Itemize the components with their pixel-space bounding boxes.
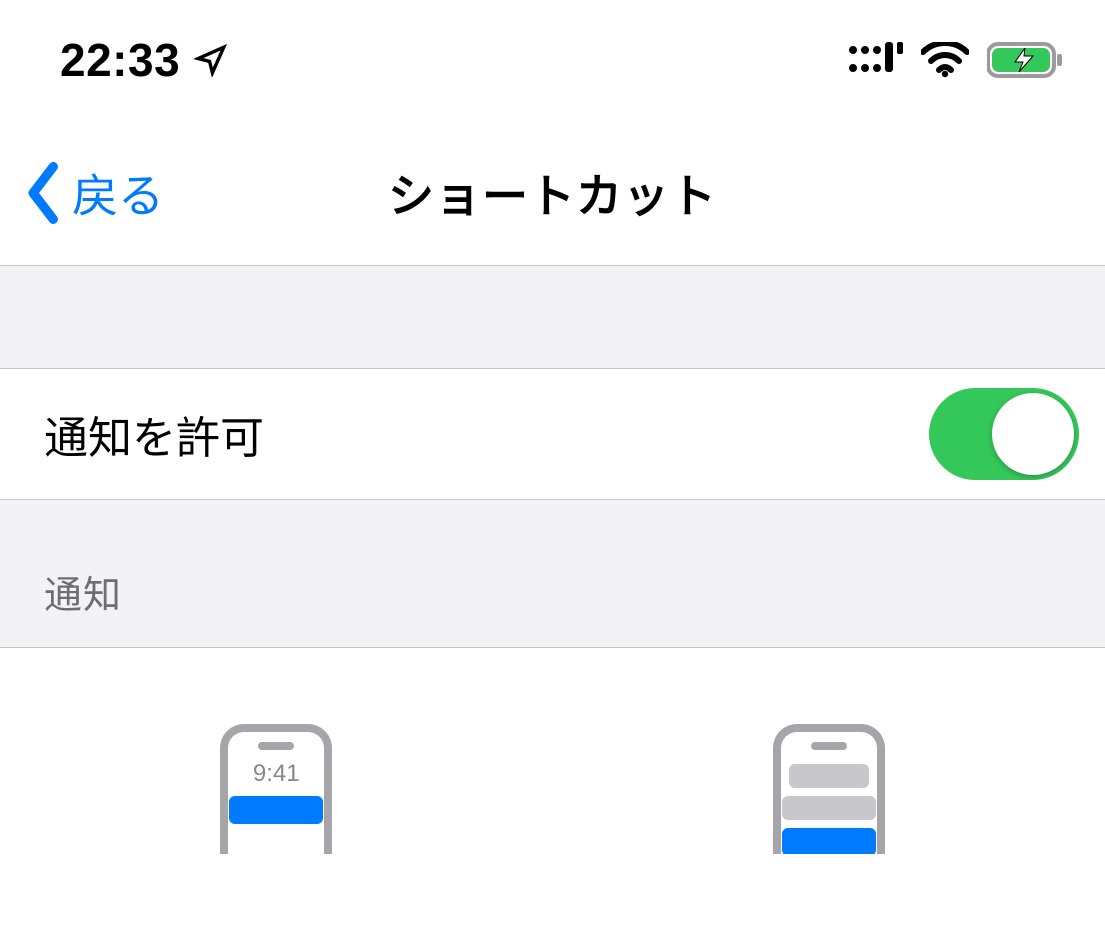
toggle-knob [992, 393, 1074, 475]
chevron-left-icon [22, 162, 66, 224]
preview-banner [229, 796, 323, 824]
notification-style-preview: 9:41 [0, 648, 1105, 948]
preview-lock-time: 9:41 [253, 760, 300, 788]
phone-notch-icon [811, 742, 847, 750]
allow-notifications-label: 通知を許可 [44, 402, 264, 466]
battery-charging-icon [987, 41, 1065, 79]
preview-banner [782, 828, 876, 854]
section-header-notifications: 通知 [0, 500, 1105, 648]
status-time: 22:33 [60, 33, 180, 87]
location-icon [194, 43, 228, 77]
allow-notifications-row: 通知を許可 [0, 369, 1105, 500]
back-button[interactable]: 戻る [22, 160, 164, 226]
allow-notifications-toggle[interactable] [929, 388, 1079, 480]
cellular-icon [847, 40, 903, 80]
back-label: 戻る [72, 160, 164, 226]
page-title: ショートカット [388, 160, 717, 226]
phone-notch-icon [258, 742, 294, 750]
preview-lock-screen[interactable]: 9:41 [220, 724, 332, 854]
status-bar-right [847, 40, 1065, 80]
preview-row [782, 796, 876, 820]
wifi-icon [921, 42, 969, 78]
nav-bar: 戻る ショートカット [0, 120, 1105, 265]
preview-row [789, 764, 869, 788]
status-bar: 22:33 [0, 0, 1105, 120]
preview-notification-center[interactable] [773, 724, 885, 854]
section-gap [0, 265, 1105, 369]
status-bar-left: 22:33 [60, 33, 228, 87]
